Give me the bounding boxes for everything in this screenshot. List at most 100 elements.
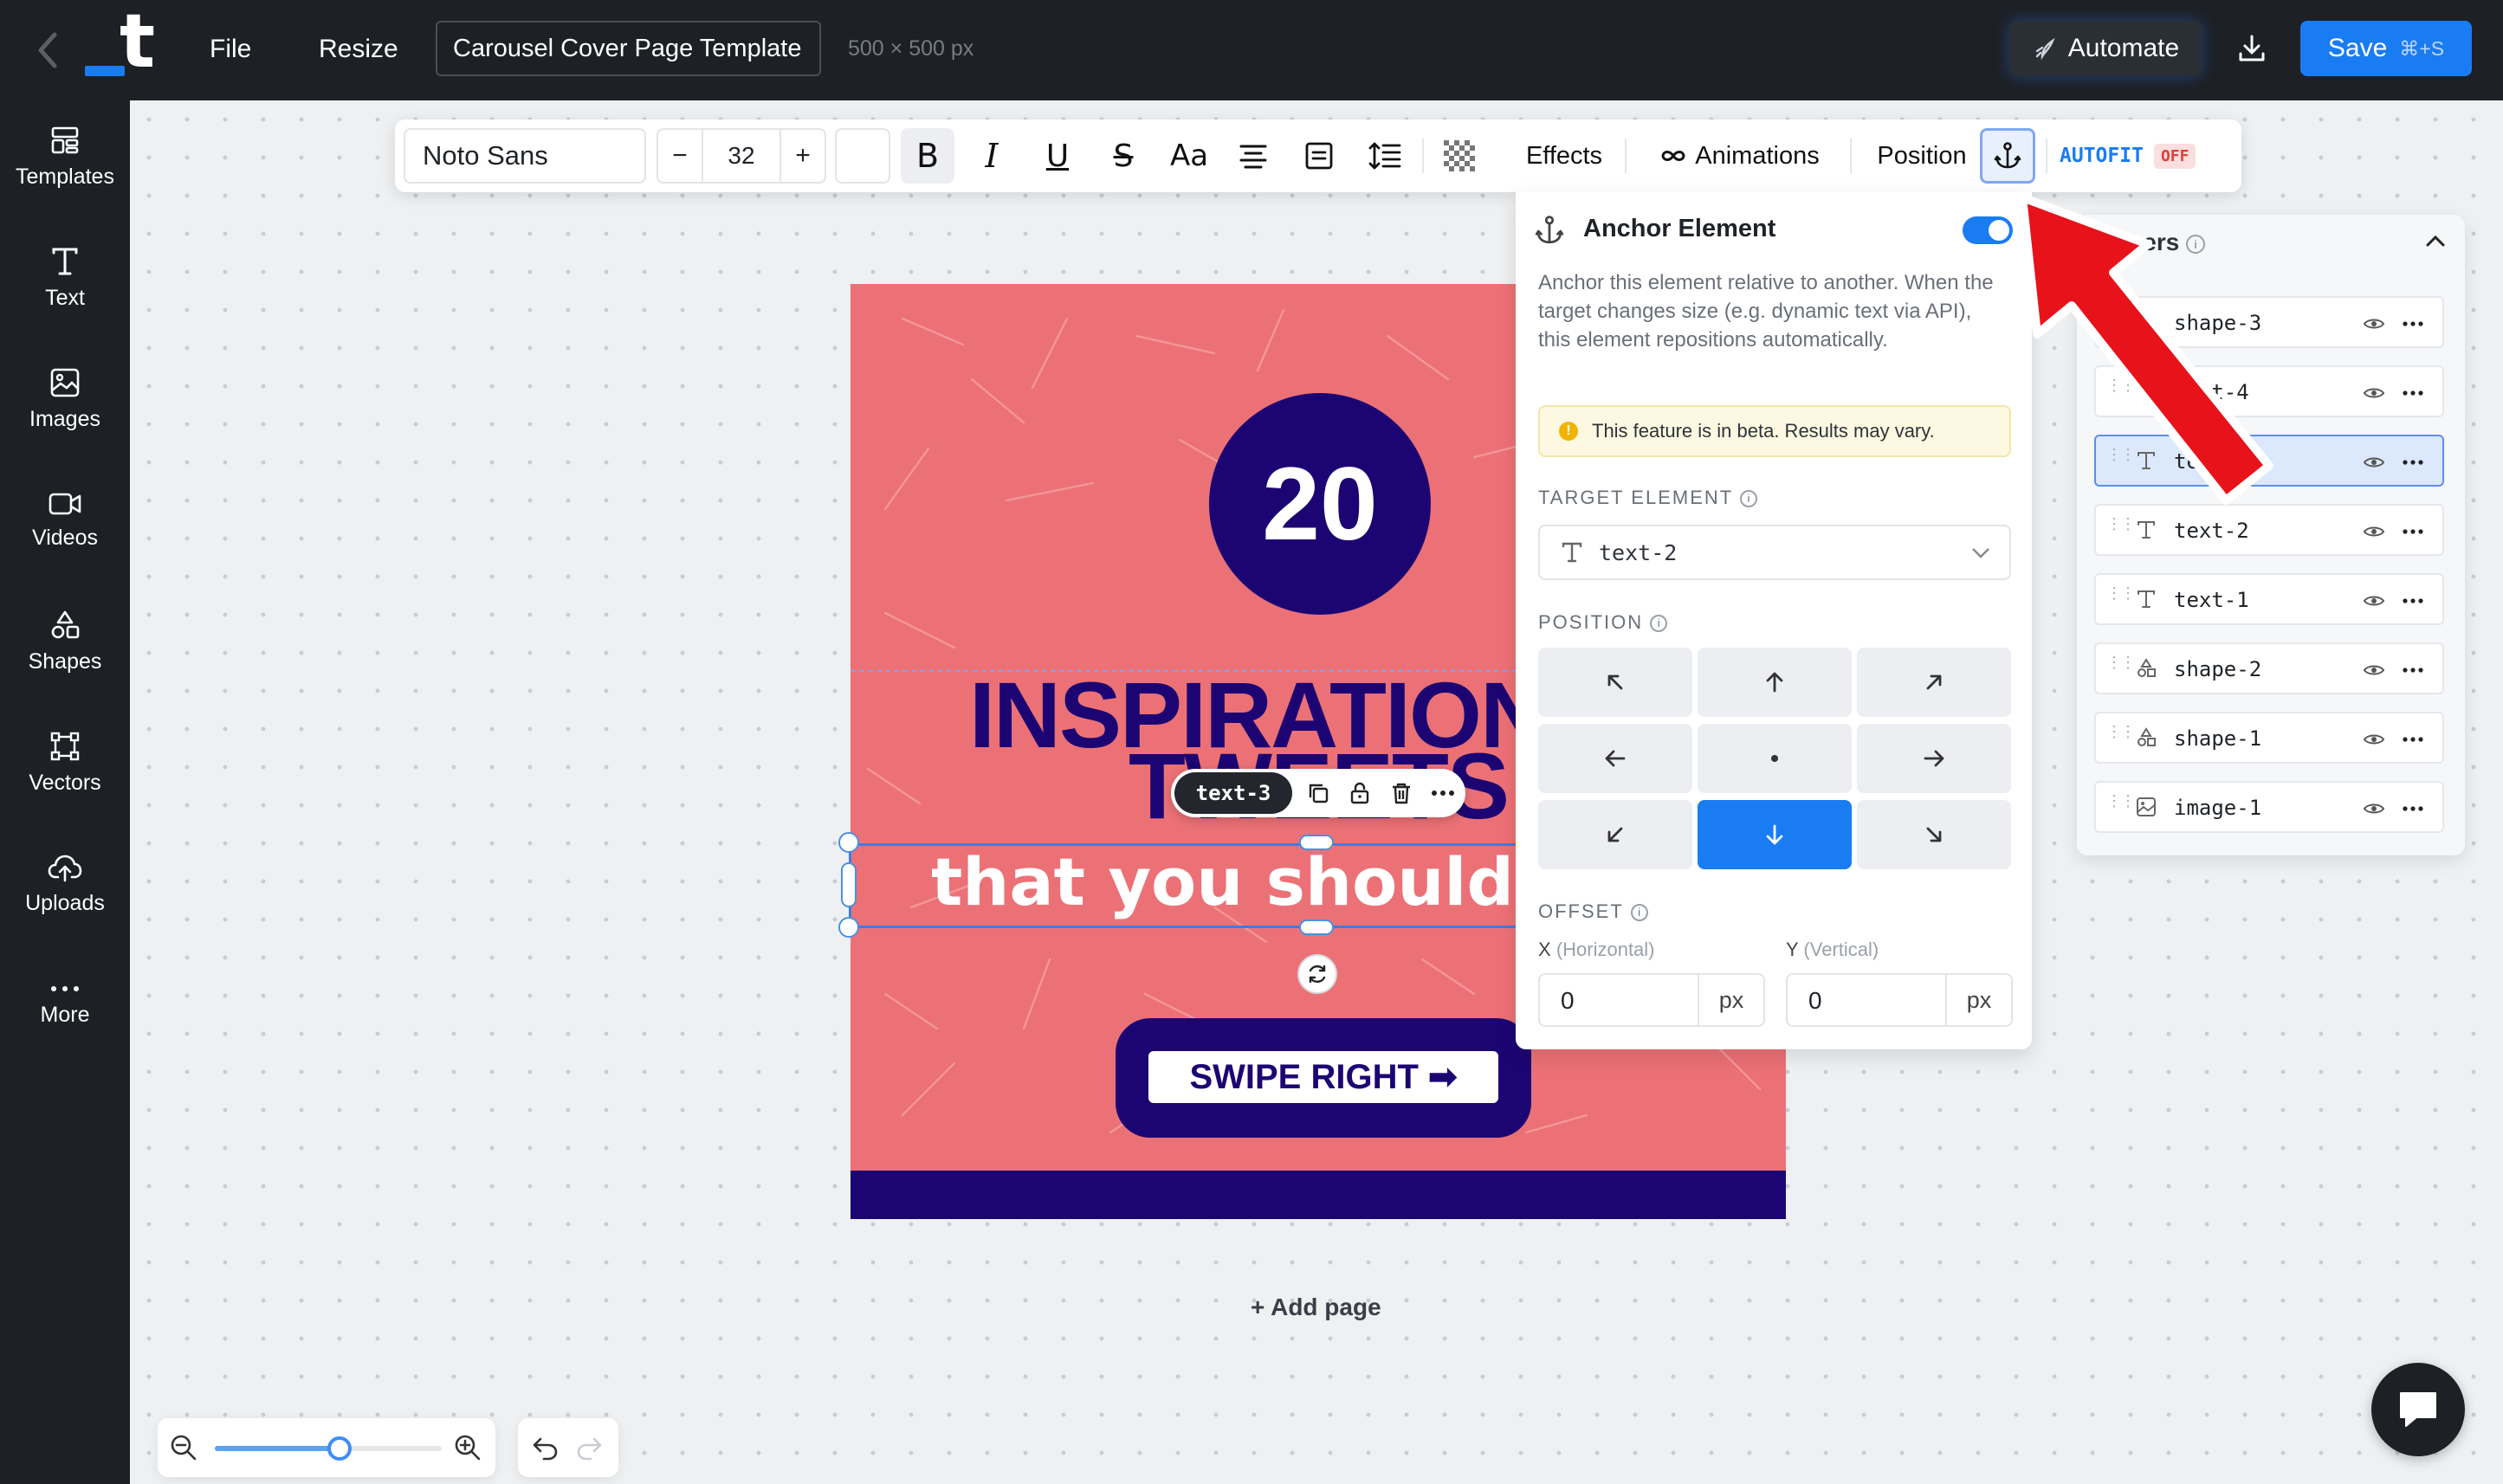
strikethrough-icon: S <box>1113 138 1134 174</box>
more-options-icon[interactable] <box>2403 598 2423 603</box>
effects-button[interactable]: Effects <box>1500 128 1628 184</box>
bottom-bar-shape[interactable] <box>851 1171 1786 1219</box>
resize-handle-tl[interactable] <box>838 832 859 853</box>
position-top-right[interactable] <box>1857 648 2011 717</box>
sidebar-item-vectors[interactable]: Vectors <box>0 707 130 819</box>
undo-icon[interactable] <box>532 1436 559 1461</box>
more-options-icon[interactable] <box>2403 529 2423 534</box>
zoom-slider-thumb[interactable] <box>327 1436 352 1461</box>
sidebar-item-text[interactable]: Text <box>0 222 130 334</box>
offset-x-input[interactable]: 0 px <box>1538 973 1765 1027</box>
position-bottom-left[interactable] <box>1538 800 1692 869</box>
layer-row[interactable]: ⋮⋮ text-1 <box>2094 573 2444 625</box>
animations-button[interactable]: Animations <box>1637 128 1841 184</box>
strikethrough-button[interactable]: S <box>1096 128 1150 184</box>
app-logo[interactable]: t <box>85 0 159 85</box>
layer-row[interactable]: ⋮⋮ image-1 <box>2094 781 2444 833</box>
underline-button[interactable]: U <box>1031 128 1084 184</box>
vertical-align-button[interactable] <box>1292 128 1346 184</box>
eye-icon[interactable] <box>2363 593 2385 609</box>
menu-resize[interactable]: Resize <box>319 32 398 67</box>
drag-handle-icon[interactable]: ⋮⋮ <box>2106 586 2136 602</box>
more-options-icon[interactable] <box>2403 737 2423 742</box>
position-center[interactable] <box>1698 724 1852 793</box>
number-circle[interactable]: 20 <box>1209 393 1431 615</box>
zoom-in-icon[interactable] <box>454 1434 482 1461</box>
resize-handle-top[interactable] <box>1299 835 1334 850</box>
eye-icon[interactable] <box>2363 801 2385 816</box>
position-section-label: POSITION i <box>1538 611 1668 634</box>
font-family-select[interactable]: Noto Sans <box>404 128 646 184</box>
sidebar-item-more[interactable]: More <box>0 949 130 1061</box>
position-top-left[interactable] <box>1538 648 1692 717</box>
sidebar-item-shapes[interactable]: Shapes <box>0 585 130 698</box>
duplicate-icon[interactable] <box>1299 776 1337 810</box>
cta-button-shape[interactable]: SWIPE RIGHT ➡ <box>1116 1018 1531 1138</box>
drag-handle-icon[interactable]: ⋮⋮ <box>2106 794 2136 810</box>
text-color-swatch[interactable] <box>835 128 890 184</box>
resize-handle-bottom[interactable] <box>1299 919 1334 935</box>
save-button[interactable]: Save ⌘+S <box>2300 21 2472 76</box>
position-bottom-center[interactable] <box>1698 800 1852 869</box>
chat-button[interactable] <box>2371 1363 2465 1456</box>
transparency-button[interactable] <box>1433 128 1486 184</box>
position-top-center[interactable] <box>1698 648 1852 717</box>
position-middle-right[interactable] <box>1857 724 2011 793</box>
zoom-out-icon[interactable] <box>170 1434 197 1461</box>
font-size-stepper: − 32 + <box>656 128 826 184</box>
lock-icon[interactable] <box>1341 776 1379 810</box>
videos-icon <box>49 493 81 514</box>
sidebar-item-videos[interactable]: Videos <box>0 464 130 577</box>
menu-file[interactable]: File <box>210 32 251 67</box>
more-options-icon[interactable] <box>1424 776 1462 810</box>
more-options-icon[interactable] <box>2403 806 2423 811</box>
eye-icon[interactable] <box>2363 524 2385 539</box>
more-options-icon[interactable] <box>2403 321 2423 326</box>
offset-y-input[interactable]: 0 px <box>1786 973 2013 1027</box>
font-size-decrease[interactable]: − <box>658 130 703 182</box>
position-button[interactable]: Position <box>1859 128 1985 184</box>
sidebar-item-images[interactable]: Images <box>0 343 130 455</box>
resize-handle-bl[interactable] <box>838 917 859 938</box>
drag-handle-icon[interactable]: ⋮⋮ <box>2106 725 2136 740</box>
trash-icon[interactable] <box>1382 776 1420 810</box>
sidebar-item-templates[interactable]: Templates <box>0 100 130 213</box>
anchor-enabled-toggle[interactable] <box>1963 216 2013 244</box>
redo-icon[interactable] <box>575 1436 603 1461</box>
eye-icon[interactable] <box>2363 316 2385 332</box>
target-element-select[interactable]: text-2 <box>1538 525 2011 580</box>
text-case-button[interactable]: Aa <box>1161 128 1218 184</box>
sidebar-item-uploads[interactable]: Uploads <box>0 828 130 940</box>
more-options-icon[interactable] <box>2403 460 2423 465</box>
italic-button[interactable]: I <box>965 128 1019 184</box>
drag-handle-icon[interactable]: ⋮⋮ <box>2106 655 2136 671</box>
rotate-handle[interactable] <box>1297 954 1337 994</box>
eye-icon[interactable] <box>2363 662 2385 678</box>
selection-tag-label: text-3 <box>1195 781 1271 805</box>
eye-icon[interactable] <box>2363 385 2385 401</box>
document-title: Carousel Cover Page Template <box>453 35 802 62</box>
layer-row[interactable]: ⋮⋮ shape-1 <box>2094 712 2444 764</box>
position-bottom-right[interactable] <box>1857 800 2011 869</box>
layer-row[interactable]: ⋮⋮ shape-2 <box>2094 642 2444 694</box>
position-middle-left[interactable] <box>1538 724 1692 793</box>
zoom-slider[interactable] <box>215 1436 442 1461</box>
align-button[interactable] <box>1226 128 1280 184</box>
line-height-button[interactable] <box>1358 128 1412 184</box>
add-page-button[interactable]: + Add page <box>1251 1294 1381 1321</box>
eye-icon[interactable] <box>2363 455 2385 470</box>
more-options-icon[interactable] <box>2403 390 2423 396</box>
bold-button[interactable]: B <box>901 128 954 184</box>
resize-handle-left[interactable] <box>841 862 857 907</box>
more-options-icon[interactable] <box>2403 668 2423 673</box>
font-size-value[interactable]: 32 <box>703 130 779 182</box>
automate-button[interactable]: Automate <box>2009 21 2202 76</box>
chevron-up-icon[interactable] <box>2425 234 2446 248</box>
download-icon[interactable] <box>2226 23 2278 74</box>
font-size-increase[interactable]: + <box>779 130 825 182</box>
sidebar-item-label: Videos <box>32 525 98 550</box>
chevron-left-icon[interactable] <box>26 24 69 76</box>
eye-icon[interactable] <box>2363 732 2385 747</box>
toolbar-divider <box>1625 139 1627 173</box>
document-title-input[interactable]: Carousel Cover Page Template <box>436 21 821 76</box>
